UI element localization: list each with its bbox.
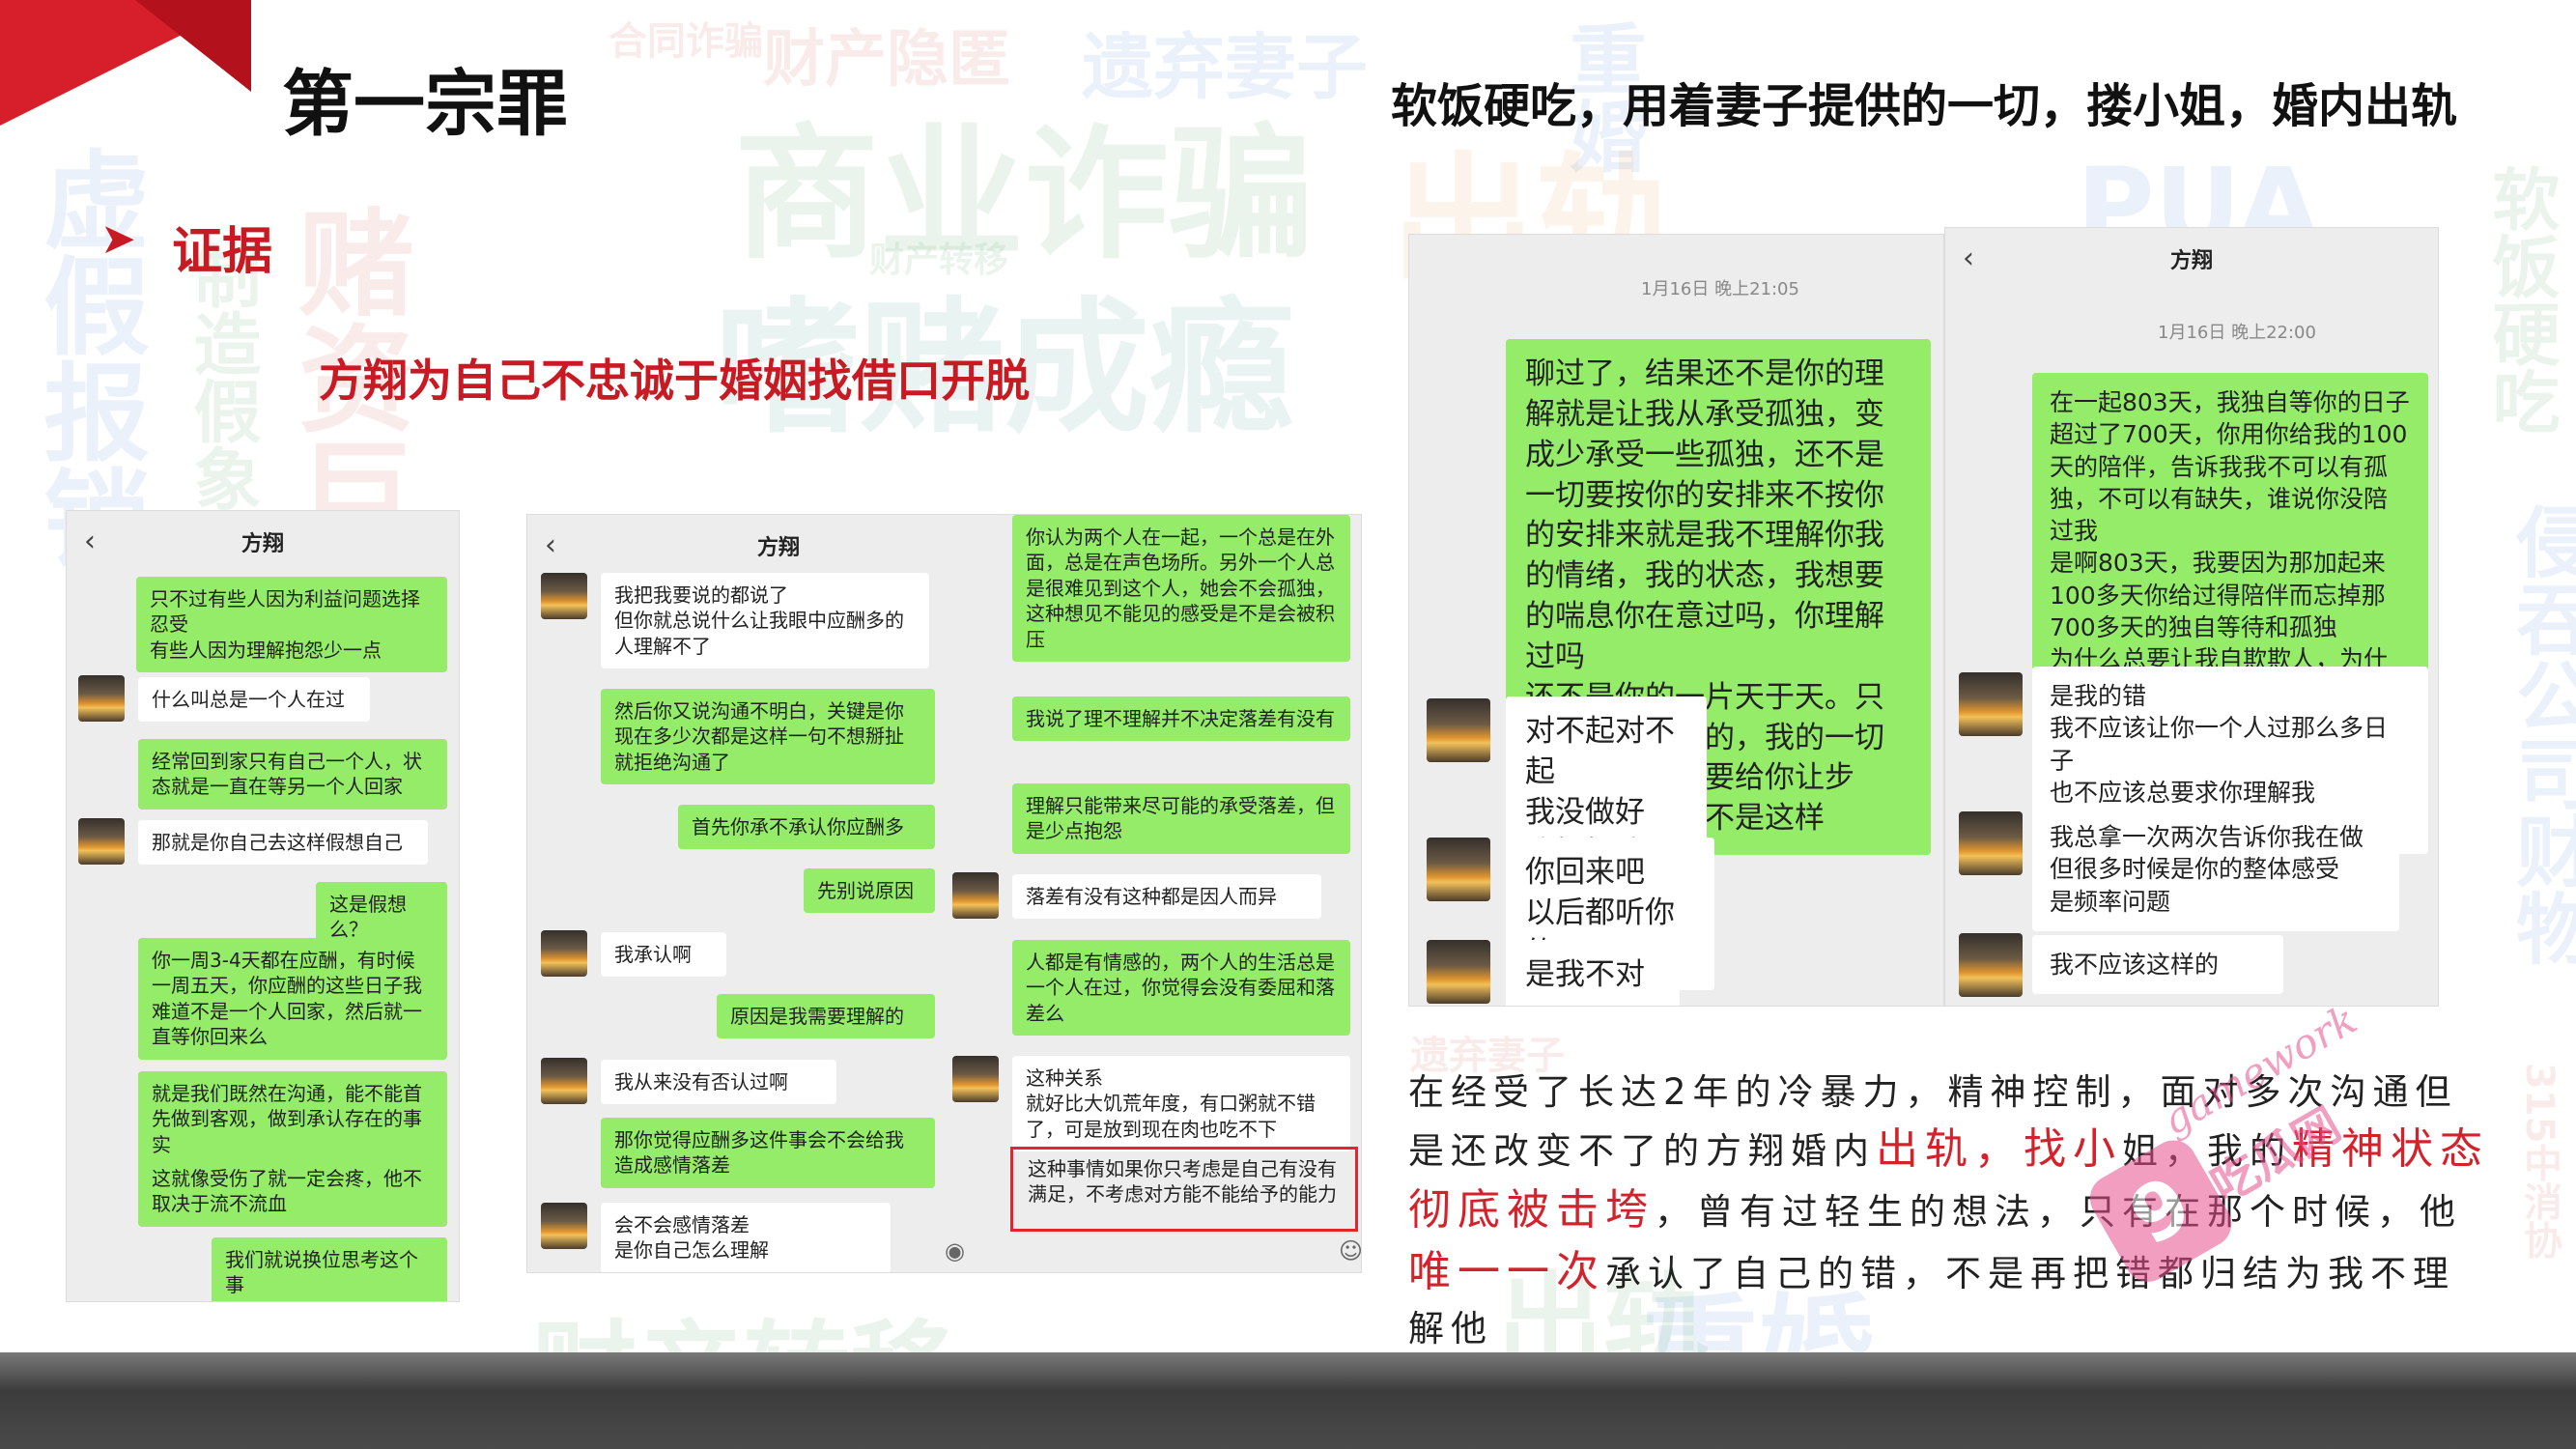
chat-title: 方翔 [241,532,284,556]
chat-header: ‹ 方翔 [67,511,459,573]
avatar [78,675,125,722]
slide-title: 第一宗罪 [282,63,568,146]
message-sent: 就是我们既然在沟通，能不能首先做到客观，做到承认存在的事实 [138,1071,447,1168]
highlight-text: 唯一一次 [1408,1247,1605,1297]
message-received: 落差有没有这种都是因人而异 [1012,874,1321,920]
timestamp: 1月16日 晚上21:05 [1641,279,1799,299]
avatar [952,872,999,919]
bg-word: 遗弃妻子 [1082,26,1368,109]
bg-word: 财产隐匿 [763,24,1010,96]
message-received: 我承认啊 [601,932,726,978]
message-received: 我从来没有否认过啊 [601,1060,836,1105]
message-received: 是我不对 [1506,940,1680,1006]
message-received: 我把我要说的都说了 但你就总说什么让我眼中应酬多的人理解不了 [601,573,929,669]
chat-screenshot-4: ‹ 方翔 1月16日 晚上22:00 在一起803天，我独自等你的日子超过了70… [1944,227,2439,1007]
avatar [1427,698,1490,762]
message-received: 这种关系 就好比大饥荒年度，有口粥就不错了，可是放到现在肉也吃不下 [1012,1056,1350,1152]
avatar [541,1203,587,1249]
avatar [1427,940,1490,1004]
bg-word: 侵吞公司财物 [2504,502,2576,966]
message-sent: 那你觉得应酬多这件事会不会给我造成感情落差 [601,1118,935,1188]
message-sent: 原因是我需要理解的 [717,994,935,1039]
bg-word: 财产转移 [869,241,1009,280]
avatar [78,818,125,865]
slide-subtitle: 软饭硬吃，用着妻子提供的一切，搂小姐，婚内出轨 [1391,79,2458,133]
avatar [1427,838,1490,901]
section-label: 证据 [172,223,273,281]
message-received: 什么叫总是一个人在过 [138,677,370,723]
message-sent: 人都是有情感的，两个人的生活总是一个人在过，你觉得会没有委屈和落差么 [1012,940,1350,1037]
message-sent: 理解只能带来尽可能的承受落差，但是少点抱怨 [1012,783,1350,854]
avatar [952,1056,999,1102]
message-sent: 经常回到家只有自己一个人，状态就是一直在等另一个人回家 [138,739,447,810]
message-received: 这种事情如果你只考虑是自己有没有满足，不考虑对方能不能给予的能力 [1028,1157,1337,1207]
bg-word: 软饭硬吃 [2481,164,2561,435]
chat-screenshot-3: 1月16日 晚上21:05 聊过了，结果还不是你的理解就是让我从承受孤独，变成少… [1408,234,1944,1007]
voice-icon[interactable]: ◉ [945,1237,965,1264]
message-received: 我不应该这样的 [2032,935,2283,995]
headline: 方翔为自己不忠诚于婚姻找借口开脱 [319,355,1030,407]
avatar [541,573,587,619]
timestamp: 1月16日 晚上22:00 [2158,323,2316,343]
corner-triangle-dark [135,0,251,92]
avatar [1959,672,2023,736]
chat-screenshot-1: ‹ 方翔 只不过有些人因为利益问题选择忍受 有些人因为理解抱怨少一点 什么叫总是… [66,510,460,1302]
message-sent: 首先你承不承认你应酬多 [678,805,935,850]
message-sent: 你一周3-4天都在应酬，有时候一周五天，你应酬的这些日子我难道不是一个人回家，然… [138,938,447,1060]
chat-header: ‹ 方翔 [1945,228,2438,290]
message-sent: 我说了理不理解并不决定落差有没有 [1012,696,1350,742]
bg-word: 合同诈骗 [609,19,763,64]
message-sent: 你认为两个人在一起，一个总是在外面，总是在声色场所。另外一个人总是很难见到这个人… [1012,515,1350,662]
emoji-icon[interactable]: ☺ [1339,1237,1361,1264]
chat-title: 方翔 [2169,249,2213,273]
message-sent: 先别说原因 [804,868,935,914]
avatar [1959,811,2023,875]
chat-screenshot-2: ‹ 方翔 我把我要说的都说了 但你就总说什么让我眼中应酬多的人理解不了 然后你又… [526,514,1362,1273]
message-received: 我总拿一次两次告诉你我在做 但很多时候是你的整体感受 是频率问题 [2032,808,2399,931]
message-received: 那就是你自己去这样假想自己 [138,820,428,866]
avatar [1959,933,2023,997]
message-sent: 我们就说换位思考这个事 [212,1237,447,1301]
message-sent: 然后你又说沟通不明白，关键是你现在多少次都是这样一句不想掰扯就拒绝沟通了 [601,689,935,785]
arrow-bullet-icon: ➤ [100,214,136,264]
message-sent: 只不过有些人因为利益问题选择忍受 有些人因为理解抱怨少一点 [136,577,447,673]
bg-word: 315中消协 [2517,1063,2562,1260]
bg-word: 商业诈骗 [734,111,1315,279]
bottom-bar [0,1352,2576,1449]
bg-word: 虚假报销 [25,145,149,570]
message-received: 会不会感情落差 是你自己怎么理解 [601,1203,891,1272]
message-sent: 这就像受伤了就一定会疼，他不取决于流不流血 [138,1156,447,1227]
avatar [541,930,587,977]
chat-title: 方翔 [756,536,800,560]
avatar [541,1058,587,1104]
